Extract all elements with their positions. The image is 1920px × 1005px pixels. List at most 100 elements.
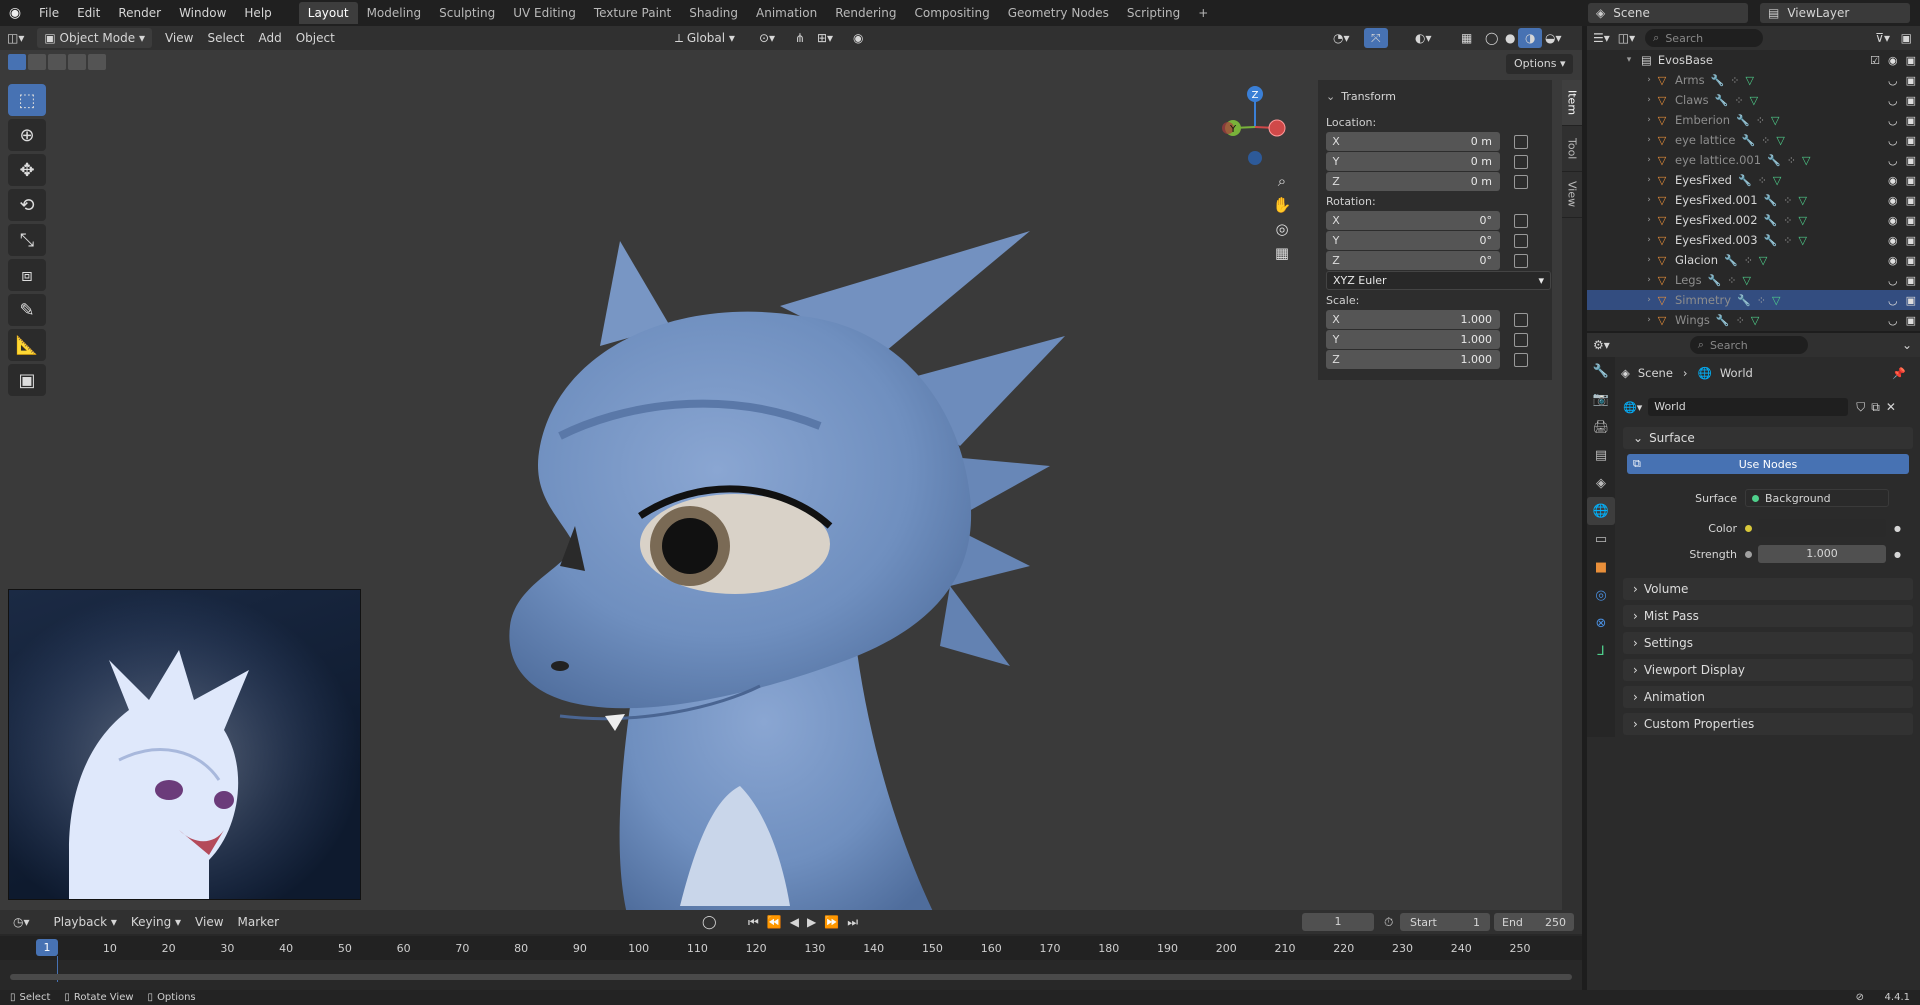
editor-type-icon[interactable]: ◫▾ <box>0 28 31 48</box>
rotation-x-field[interactable]: X 0° <box>1326 211 1500 230</box>
scale-z-field[interactable]: Z 1.000 <box>1326 350 1500 369</box>
eye-icon[interactable]: ◉ <box>1888 234 1898 247</box>
navigation-gizmo[interactable]: Z Y <box>1215 84 1295 174</box>
menu-window[interactable]: Window <box>170 2 235 24</box>
chevron-right-icon[interactable]: › <box>1643 175 1655 185</box>
clock-icon[interactable]: ◷▾ <box>6 912 37 932</box>
collection-tab-icon[interactable]: ▭ <box>1587 525 1615 553</box>
chevron-down-icon[interactable]: ▾ <box>1623 55 1635 65</box>
menu-help[interactable]: Help <box>235 2 280 24</box>
tab-rendering[interactable]: Rendering <box>826 2 905 24</box>
editor-type-icon[interactable]: ⚙▾ <box>1593 338 1610 352</box>
outliner-item[interactable]: › ▽ EyesFixed.002 🔧 ⁘ ▽ ◉ ▣ <box>1587 210 1920 230</box>
panel-header[interactable]: › Settings <box>1623 632 1913 654</box>
physics-tab-icon[interactable]: ◎ <box>1587 581 1615 609</box>
chevron-right-icon[interactable]: › <box>1643 115 1655 125</box>
fake-user-icon[interactable]: ⛉ <box>1856 400 1865 415</box>
select-box-icon[interactable]: ⬚ <box>8 84 46 116</box>
end-frame-field[interactable]: End 250 <box>1494 913 1574 931</box>
rendered-shading-icon[interactable]: ◒▾ <box>1538 28 1569 48</box>
eye-icon[interactable]: ◉ <box>1888 214 1898 227</box>
transform-icon[interactable]: ⧈ <box>8 259 46 291</box>
eye-icon[interactable]: ◉ <box>1888 254 1898 267</box>
outliner-item[interactable]: › ▽ Arms 🔧 ⁘ ▽ ◡ ▣ <box>1587 70 1920 90</box>
wrench-icon[interactable]: 🔧 <box>1764 214 1778 227</box>
pivot-icon[interactable]: ⊙▾ <box>752 28 782 48</box>
constraints-tab-icon[interactable]: ⊗ <box>1587 609 1615 637</box>
eye-closed-icon[interactable]: ◡ <box>1888 74 1898 87</box>
current-frame-field[interactable]: 1 <box>1302 913 1374 931</box>
camera-icon[interactable]: ▣ <box>1906 294 1916 307</box>
breadcrumb-world[interactable]: World <box>1720 366 1753 380</box>
add-cube-icon[interactable]: ▣ <box>8 364 46 396</box>
menu-file[interactable]: File <box>30 2 68 24</box>
mesh-data-icon[interactable]: ▽ <box>1750 94 1758 107</box>
wrench-icon[interactable]: 🔧 <box>1708 274 1722 287</box>
keyframe-dot-icon[interactable]: ● <box>1894 550 1901 559</box>
chevron-right-icon[interactable]: › <box>1643 315 1655 325</box>
mesh-data-icon[interactable]: ▽ <box>1776 134 1784 147</box>
eye-closed-icon[interactable]: ◡ <box>1888 274 1898 287</box>
tab-sculpting[interactable]: Sculpting <box>430 2 504 24</box>
eye-closed-icon[interactable]: ◡ <box>1888 154 1898 167</box>
eye-icon[interactable]: ◉ <box>1888 194 1898 207</box>
tab-tool[interactable]: Tool <box>1562 126 1582 172</box>
render-tab-icon[interactable]: 📷 <box>1587 385 1615 413</box>
output-tab-icon[interactable]: 🖨 <box>1587 413 1615 441</box>
collection-row[interactable]: ▾ ▤ EvosBase ☑ ◉ ▣ <box>1587 50 1920 70</box>
panel-header[interactable]: › Custom Properties <box>1623 713 1913 735</box>
mesh-data-icon[interactable]: ▽ <box>1772 294 1780 307</box>
chevron-right-icon[interactable]: › <box>1643 195 1655 205</box>
xray-icon[interactable]: ▦ <box>1454 28 1479 48</box>
tab-geometry-nodes[interactable]: Geometry Nodes <box>999 2 1118 24</box>
tab-view[interactable]: View <box>1562 172 1582 218</box>
wrench-icon[interactable]: 🔧 <box>1724 254 1738 267</box>
panel-header[interactable]: › Animation <box>1623 686 1913 708</box>
menu-select[interactable]: Select <box>200 28 251 48</box>
stopwatch-icon[interactable]: ⏱ <box>1384 915 1393 930</box>
checkbox-icon[interactable]: ☑ <box>1870 54 1880 67</box>
camera-icon[interactable]: ▣ <box>1906 214 1916 227</box>
object-tab-icon[interactable]: ■ <box>1587 553 1615 581</box>
tab-modeling[interactable]: Modeling <box>358 2 431 24</box>
data-tab-icon[interactable]: ⅃ <box>1587 637 1615 665</box>
menu-playback[interactable]: Playback ▾ <box>47 912 124 932</box>
view-layer-tab-icon[interactable]: ▤ <box>1587 441 1615 469</box>
scale-x-field[interactable]: X 1.000 <box>1326 310 1500 329</box>
play-icon[interactable]: ▶ <box>807 915 816 930</box>
chevron-right-icon[interactable]: › <box>1643 235 1655 245</box>
visibility-icon[interactable]: ◔▾ <box>1326 28 1357 48</box>
tab-uv-editing[interactable]: UV Editing <box>504 2 585 24</box>
rotate-icon[interactable]: ⟲ <box>8 189 46 221</box>
chevron-right-icon[interactable]: › <box>1643 275 1655 285</box>
wrench-icon[interactable]: 🔧 <box>1764 234 1778 247</box>
scene-selector[interactable]: ◈ Scene <box>1588 3 1748 23</box>
keyframe-dot-icon[interactable]: ● <box>1894 524 1901 533</box>
snap-target-icon[interactable]: ⊞▾ <box>810 28 840 48</box>
tab-shading[interactable]: Shading <box>680 2 747 24</box>
camera-icon[interactable]: ▣ <box>1906 314 1916 327</box>
outliner-item[interactable]: › ▽ Wings 🔧 ⁘ ▽ ◡ ▣ <box>1587 310 1920 330</box>
mesh-data-icon[interactable]: ▽ <box>1759 254 1767 267</box>
camera-icon[interactable]: ▣ <box>1906 114 1916 127</box>
camera-icon[interactable]: ▣ <box>1906 154 1916 167</box>
surface-shader-field[interactable]: Background <box>1745 489 1889 507</box>
zoom-icon[interactable]: ⌕ <box>1278 172 1286 190</box>
tool-tab-icon[interactable]: 🔧 <box>1587 357 1615 385</box>
close-icon[interactable]: ✕ <box>1886 400 1896 414</box>
wrench-icon[interactable]: 🔧 <box>1711 74 1725 87</box>
tab-compositing[interactable]: Compositing <box>905 2 998 24</box>
eye-closed-icon[interactable]: ◡ <box>1888 134 1898 147</box>
blender-logo-icon[interactable]: ◉ <box>0 5 30 21</box>
lock-icon[interactable] <box>1514 134 1528 149</box>
wrench-icon[interactable]: 🔧 <box>1767 154 1781 167</box>
lock-icon[interactable] <box>1514 154 1528 169</box>
options-button[interactable]: Options ▾ <box>1506 54 1574 74</box>
outliner-search-input[interactable]: ⌕ Search <box>1645 29 1764 47</box>
mesh-data-icon[interactable]: ▽ <box>1743 274 1751 287</box>
menu-view[interactable]: View <box>188 912 230 932</box>
annotate-icon[interactable]: ✎ <box>8 294 46 326</box>
camera-view-icon[interactable]: ◎ <box>1275 220 1288 238</box>
tab-item[interactable]: Item <box>1562 80 1582 126</box>
wrench-icon[interactable]: 🔧 <box>1738 174 1752 187</box>
